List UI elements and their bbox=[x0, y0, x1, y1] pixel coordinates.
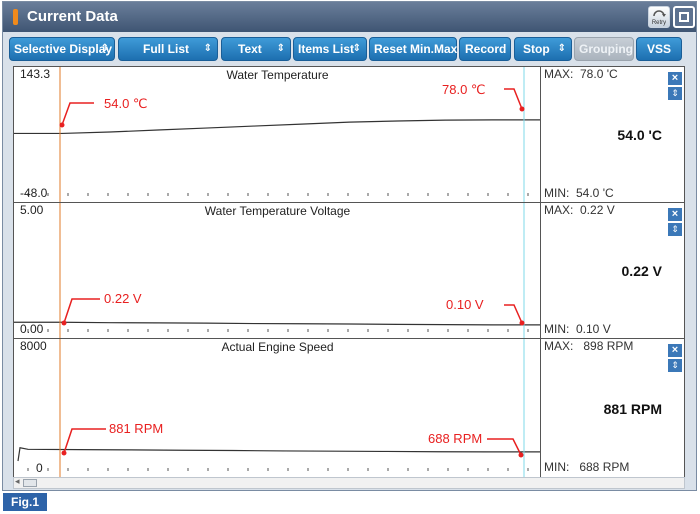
end-annotation-arrow bbox=[504, 88, 523, 110]
figure-label: Fig.1 bbox=[3, 493, 47, 511]
series-line bbox=[17, 447, 540, 462]
chart-area[interactable]: Actual Engine Speed 8000 0 881 RPM 688 R… bbox=[14, 339, 541, 477]
full-list-button[interactable]: Full List ⇕ bbox=[118, 37, 218, 61]
start-value-annotation: 54.0 ℃ bbox=[104, 96, 148, 111]
close-graph-button[interactable]: × bbox=[668, 72, 682, 85]
toolbar: Selective Display ⇕ Full List ⇕ Text ⇕ Item… bbox=[3, 34, 696, 62]
end-annotation-arrowhead bbox=[519, 106, 525, 112]
grouping-button[interactable]: Grouping bbox=[574, 37, 634, 61]
end-value-annotation: 0.10 V bbox=[446, 297, 484, 312]
start-annotation-arrowhead bbox=[61, 450, 67, 456]
max-value: MAX: 898 RPM bbox=[544, 339, 634, 353]
y-axis-max-label: 143.3 bbox=[20, 67, 51, 81]
updown-arrows-icon: ⇕ bbox=[352, 43, 361, 54]
current-value: 881 RPM bbox=[603, 401, 662, 417]
selective-display-label: Selective Display bbox=[14, 42, 113, 56]
max-value: MAX: 0.22 V bbox=[544, 203, 615, 217]
chart-title: Water Temperature bbox=[226, 68, 329, 82]
expand-graph-button[interactable]: ⇕ bbox=[668, 87, 682, 100]
current-value: 0.22 V bbox=[621, 263, 662, 279]
maximize-icon bbox=[679, 12, 689, 22]
vss-button[interactable]: VSS bbox=[636, 37, 682, 61]
min-value: MIN: 54.0 'C bbox=[544, 186, 614, 200]
selective-display-button[interactable]: Selective Display ⇕ bbox=[9, 37, 115, 61]
start-value-annotation: 0.22 V bbox=[104, 291, 142, 306]
window-title: Current Data bbox=[27, 8, 118, 25]
chart-plot bbox=[14, 203, 540, 338]
start-annotation-arrowhead bbox=[61, 320, 67, 326]
retry-button[interactable]: Retry bbox=[648, 6, 670, 28]
items-list-button[interactable]: Items List ⇕ bbox=[293, 37, 367, 61]
expand-graph-button[interactable]: ⇕ bbox=[668, 223, 682, 236]
y-axis-max-label: 5.00 bbox=[20, 203, 44, 217]
reset-min-max-button[interactable]: Reset Min.Max bbox=[369, 37, 457, 61]
chart-title: Water Temperature Voltage bbox=[204, 204, 351, 218]
y-axis-max-label: 8000 bbox=[20, 339, 47, 353]
value-panel: MAX: 898 RPM 881 RPM MIN: 688 RPM × ⇕ bbox=[542, 339, 684, 477]
expand-graph-button[interactable]: ⇕ bbox=[668, 359, 682, 372]
y-axis-min-label: 0.00 bbox=[20, 322, 44, 336]
maximize-button[interactable] bbox=[673, 6, 695, 28]
start-annotation-arrowhead bbox=[59, 122, 65, 128]
value-panel: MAX: 0.22 V 0.22 V MIN: 0.10 V × ⇕ bbox=[542, 203, 684, 338]
series-line bbox=[14, 321, 540, 326]
updown-arrows-icon: ⇕ bbox=[100, 43, 109, 54]
items-list-label: Items List bbox=[298, 42, 355, 56]
scrollbar-thumb[interactable] bbox=[23, 479, 37, 487]
chart-area[interactable]: Water Temperature Voltage 5.00 0.00 0.22… bbox=[14, 203, 541, 338]
updown-arrows-icon: ⇕ bbox=[203, 43, 212, 54]
start-annotation-arrow bbox=[63, 298, 100, 324]
close-graph-button[interactable]: × bbox=[668, 344, 682, 357]
text-label: Text bbox=[238, 42, 262, 56]
graph-panel-actual-engine-speed: Actual Engine Speed 8000 0 881 RPM 688 R… bbox=[13, 338, 685, 478]
y-axis-min-label: 0 bbox=[36, 461, 43, 475]
chart-title: Actual Engine Speed bbox=[221, 340, 334, 354]
min-value: MIN: 688 RPM bbox=[544, 460, 630, 474]
text-button[interactable]: Text ⇕ bbox=[221, 37, 291, 61]
start-annotation-arrow bbox=[61, 102, 94, 126]
start-value-annotation: 881 RPM bbox=[109, 421, 164, 436]
horizontal-scrollbar[interactable]: ◂ bbox=[13, 476, 685, 489]
scroll-left-icon[interactable]: ◂ bbox=[15, 476, 20, 487]
updown-arrows-icon: ⇕ bbox=[276, 43, 285, 54]
end-annotation-arrow bbox=[487, 438, 522, 456]
graph-panel-water-temperature: Water Temperature 143.3 -48.0 54.0 ℃ 78.… bbox=[13, 66, 685, 203]
y-axis-min-label: -48.0 bbox=[20, 186, 48, 200]
end-annotation-arrowhead bbox=[518, 452, 524, 458]
end-annotation-arrow bbox=[504, 304, 523, 324]
chart-area[interactable]: Water Temperature 143.3 -48.0 54.0 ℃ 78.… bbox=[14, 67, 541, 202]
vss-label: VSS bbox=[647, 42, 672, 56]
record-button[interactable]: Record bbox=[459, 37, 511, 61]
chart-plot bbox=[17, 339, 540, 477]
series-line bbox=[14, 119, 540, 135]
retry-label: Retry bbox=[651, 20, 667, 26]
end-value-annotation: 78.0 ℃ bbox=[442, 82, 486, 97]
stop-button[interactable]: Stop ⇕ bbox=[514, 37, 572, 61]
graph-panel-water-temperature-voltage: Water Temperature Voltage 5.00 0.00 0.22… bbox=[13, 202, 685, 339]
value-panel: MAX: 78.0 'C 54.0 'C MIN: 54.0 'C × ⇕ bbox=[542, 67, 684, 202]
full-list-label: Full List bbox=[143, 42, 189, 56]
min-value: MIN: 0.10 V bbox=[544, 322, 611, 336]
end-value-annotation: 688 RPM bbox=[428, 431, 483, 446]
record-label: Record bbox=[465, 42, 507, 56]
grouping-label: Grouping bbox=[579, 42, 633, 56]
updown-arrows-icon: ⇕ bbox=[557, 43, 566, 54]
current-value: 54.0 'C bbox=[617, 127, 662, 143]
title-bar: Current Data Retry bbox=[3, 2, 696, 32]
retry-icon bbox=[653, 10, 666, 17]
end-annotation-arrowhead bbox=[519, 320, 525, 326]
stop-label: Stop bbox=[523, 42, 550, 56]
close-graph-button[interactable]: × bbox=[668, 208, 682, 221]
max-value: MAX: 78.0 'C bbox=[544, 67, 618, 81]
reset-min-max-label: Reset Min.Max bbox=[374, 42, 458, 56]
title-marker-icon bbox=[13, 9, 18, 25]
